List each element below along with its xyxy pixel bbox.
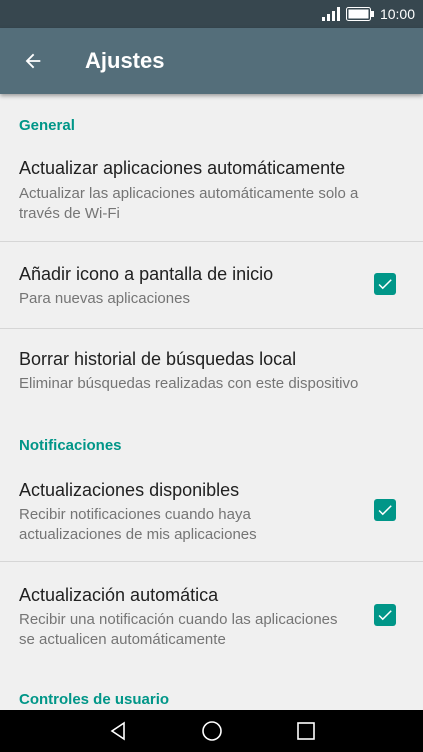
nav-recents-icon	[297, 722, 315, 740]
section-header-notifications: Notificaciones	[19, 437, 122, 454]
available-updates-checkbox[interactable]	[374, 499, 396, 521]
arrow-back-icon	[25, 53, 41, 69]
app-bar: Ajustes	[0, 28, 423, 94]
nav-back-icon	[110, 721, 125, 741]
settings-list: General Actualizar aplicaciones automáti…	[0, 94, 423, 710]
signal-icon	[321, 7, 340, 21]
nav-home-button[interactable]	[188, 710, 236, 752]
setting-add-home-icon[interactable]: Añadir icono a pantalla de inicio Para n…	[0, 242, 423, 328]
setting-subtitle: Para nuevas aplicaciones	[19, 290, 190, 307]
check-icon	[378, 279, 392, 290]
status-bar: 10:00	[0, 0, 423, 28]
section-header-user-controls: Controles de usuario	[19, 691, 170, 708]
battery-icon	[345, 7, 374, 21]
setting-title: Añadir icono a pantalla de inicio	[19, 264, 274, 284]
setting-subtitle: Actualizar las aplicaciones automáticame…	[19, 185, 359, 222]
setting-title: Actualización automática	[19, 585, 219, 605]
navigation-bar	[0, 710, 423, 752]
setting-subtitle: Recibir notificaciones cuando haya actua…	[19, 506, 257, 543]
setting-subtitle: Recibir una notificación cuando las apli…	[19, 611, 338, 648]
setting-title: Actualizaciones disponibles	[19, 480, 240, 500]
add-home-icon-checkbox[interactable]	[374, 273, 396, 295]
setting-available-updates[interactable]: Actualizaciones disponibles Recibir noti…	[0, 464, 423, 561]
setting-auto-update-notification[interactable]: Actualización automática Recibir una not…	[0, 562, 423, 668]
section-header-general: General	[19, 117, 75, 134]
nav-recents-button[interactable]	[282, 710, 330, 752]
nav-back-button[interactable]	[94, 710, 142, 752]
setting-clear-search-history[interactable]: Borrar historial de búsquedas local Elim…	[0, 329, 423, 409]
auto-update-notification-checkbox[interactable]	[374, 604, 396, 626]
nav-home-icon	[202, 721, 222, 741]
check-icon	[378, 505, 392, 516]
setting-title: Actualizar aplicaciones automáticamente	[19, 158, 346, 178]
setting-subtitle: Eliminar búsquedas realizadas con este d…	[19, 375, 359, 392]
setting-auto-update-apps[interactable]: Actualizar aplicaciones automáticamente …	[0, 142, 423, 241]
page-title: Ajustes	[85, 48, 165, 73]
status-time: 10:00	[379, 6, 415, 22]
setting-title: Borrar historial de búsquedas local	[19, 349, 297, 369]
back-button[interactable]	[16, 44, 50, 78]
check-icon	[378, 610, 392, 621]
status-icons: 10:00	[321, 0, 415, 28]
